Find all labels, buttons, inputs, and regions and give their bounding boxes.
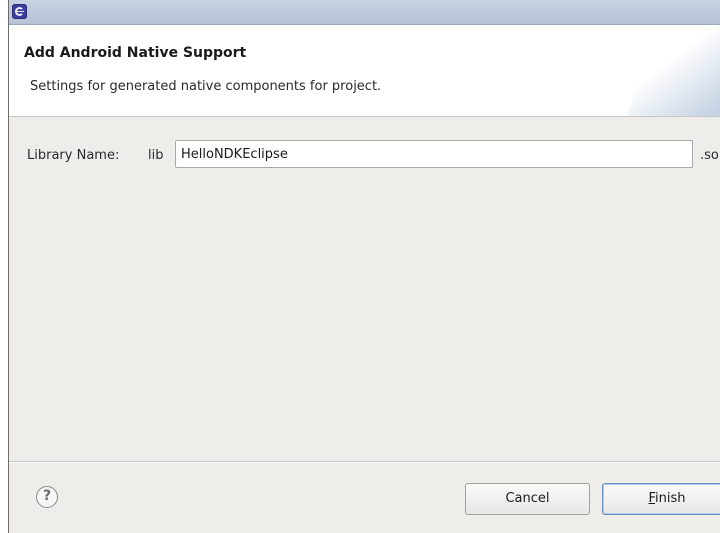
library-prefix-label: lib: [148, 148, 164, 163]
dialog-window: Add Android Native Support Settings for …: [8, 0, 720, 533]
finish-button[interactable]: Finish: [602, 483, 720, 515]
footer-separator: [9, 461, 720, 463]
finish-label: inish: [655, 491, 686, 506]
help-icon[interactable]: ?: [36, 486, 58, 508]
header-banner-graphic: [618, 25, 720, 116]
title-bar[interactable]: [9, 0, 720, 25]
page-title: Add Android Native Support: [24, 45, 247, 61]
page-description: Settings for generated native components…: [30, 79, 382, 94]
cancel-button[interactable]: Cancel: [465, 483, 590, 515]
library-name-input[interactable]: [175, 140, 693, 168]
library-name-label: Library Name:: [27, 148, 120, 163]
eclipse-app-icon: [12, 4, 27, 19]
library-suffix-label: .so: [700, 148, 719, 163]
wizard-header: Add Android Native Support Settings for …: [9, 25, 720, 117]
